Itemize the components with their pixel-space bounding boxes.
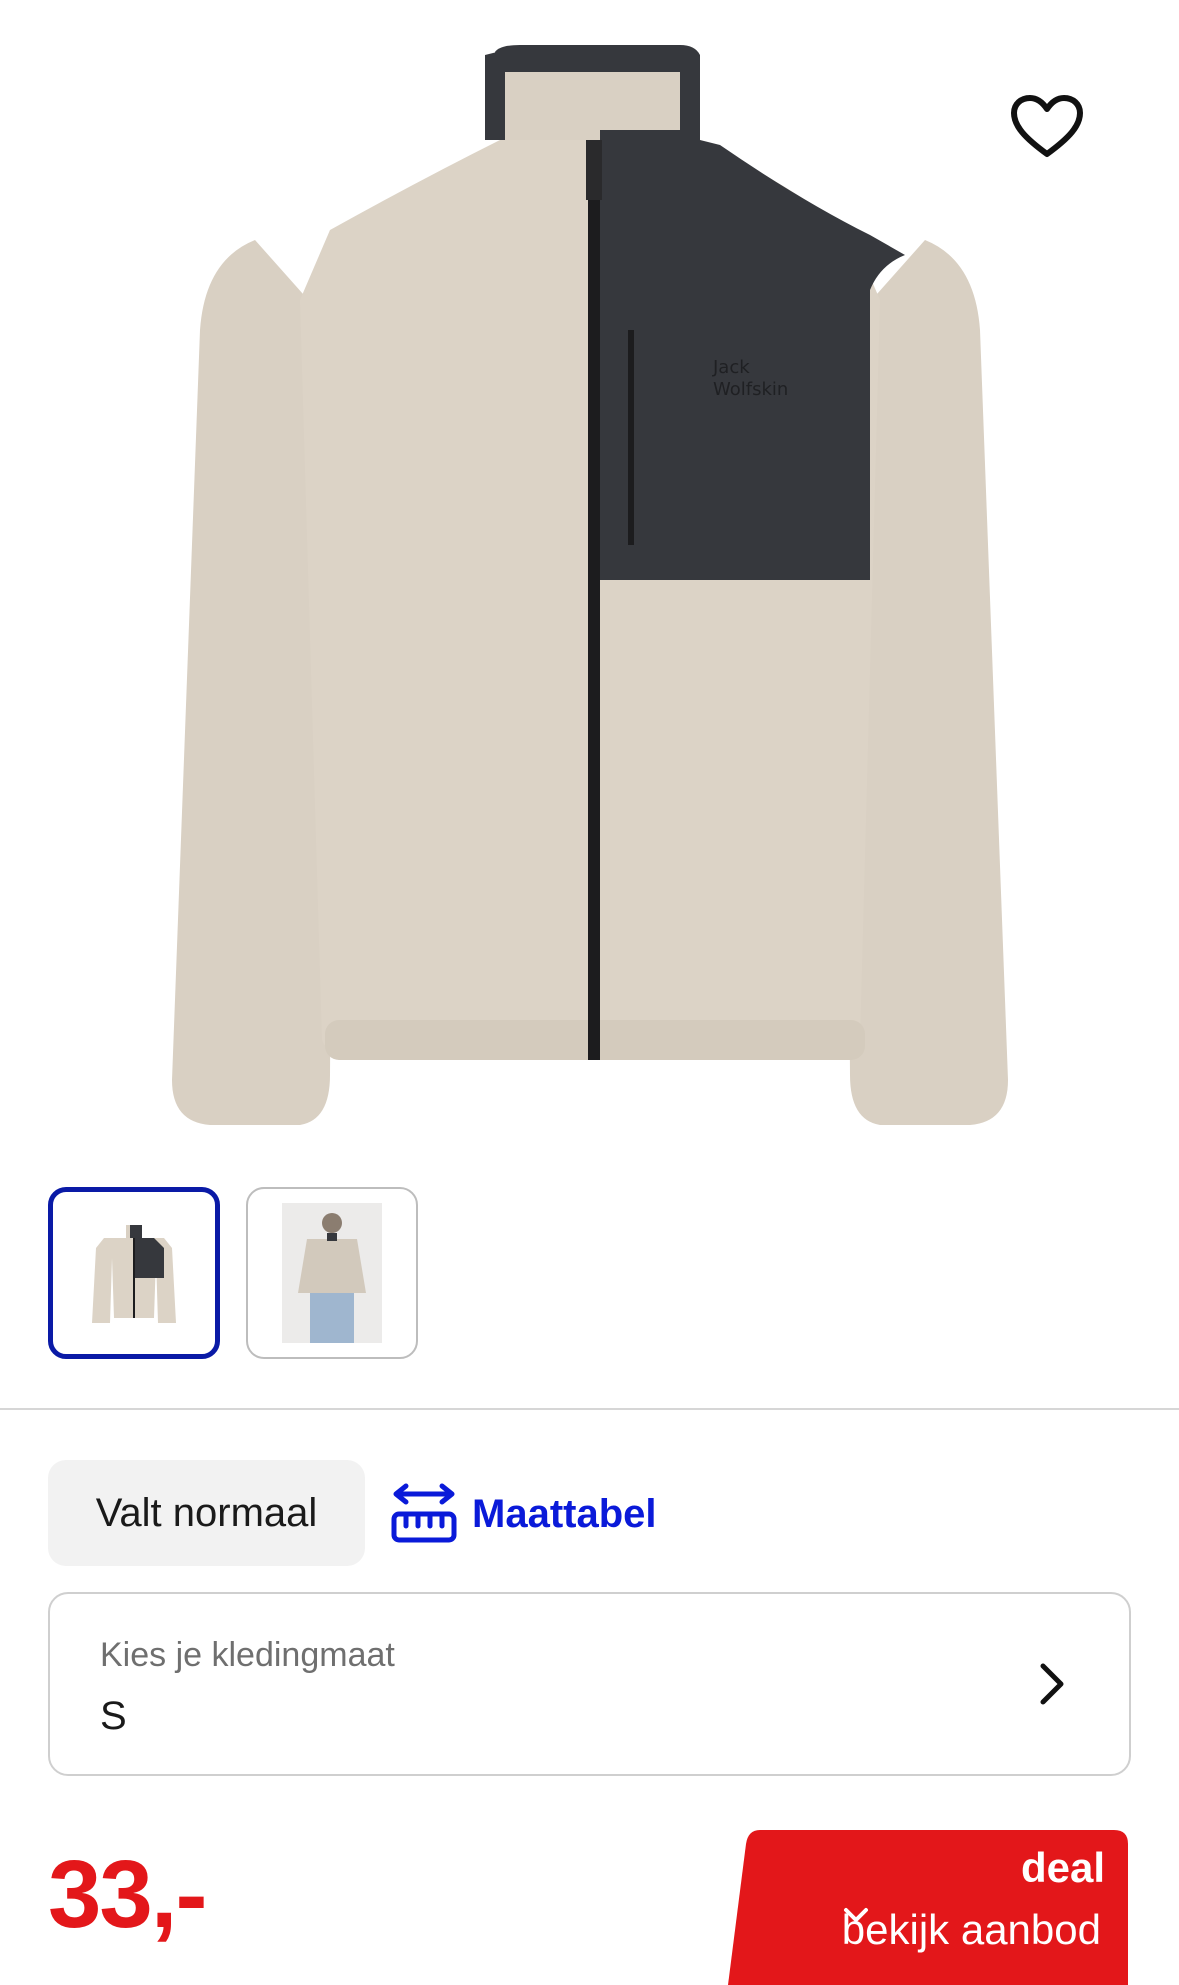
section-divider — [0, 1408, 1179, 1410]
size-chart-link[interactable]: Maattabel — [390, 1478, 657, 1550]
deal-badge: deal — [1020, 1844, 1105, 1891]
ruler-icon — [391, 1483, 457, 1543]
size-selector-value: S — [100, 1694, 127, 1738]
price: 33,- — [48, 1841, 207, 1948]
fleece-jacket-illustration: Jack Wolfskin — [172, 45, 1008, 1125]
deal-cta-label: bekijk aanbod — [841, 1906, 1101, 1953]
product-image: Jack Wolfskin — [0, 0, 1179, 1150]
svg-text:Jack: Jack — [712, 357, 750, 378]
chevron-down-icon — [843, 1908, 868, 1922]
thumbnail-strip — [48, 1187, 418, 1359]
wishlist-button[interactable] — [1005, 90, 1089, 164]
size-selector-label: Kies je kledingmaat — [100, 1636, 395, 1674]
deal-cta: bekijk aanbod — [842, 1906, 1101, 1954]
thumbnail-back-view[interactable] — [246, 1187, 418, 1359]
heart-icon — [1011, 95, 1083, 157]
thumbnail-front-view[interactable] — [48, 1187, 220, 1359]
chevron-right-icon — [1040, 1663, 1064, 1705]
size-chart-label: Maattabel — [472, 1491, 657, 1536]
deal-button[interactable]: deal bekijk aanbod — [724, 1826, 1131, 1985]
thumbnail-model-image — [282, 1203, 382, 1343]
fit-indicator: Valt normaal — [48, 1460, 365, 1566]
svg-text:Wolfskin: Wolfskin — [713, 379, 788, 400]
size-selector[interactable]: Kies je kledingmaat S — [48, 1592, 1131, 1776]
thumbnail-jacket-image — [92, 1225, 176, 1323]
fit-label: Valt normaal — [95, 1490, 318, 1535]
